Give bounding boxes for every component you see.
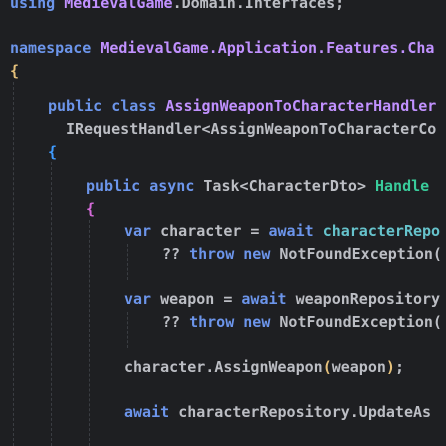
open-brace: {	[48, 143, 58, 161]
code-line-class-declaration: public class AssignWeaponToCharacterHand…	[48, 95, 436, 118]
namespace-name: MedievalGame	[64, 0, 173, 12]
code-line-brace: {	[48, 141, 57, 164]
field-reference: weaponRepository	[295, 290, 441, 308]
code-line-namespace: namespace MedievalGame.Application.Featu…	[10, 37, 434, 60]
generic-open: <	[201, 120, 211, 138]
code-line-throw: ?? throw new NotFoundException(	[162, 311, 442, 334]
type-dto: CharacterDto	[248, 177, 357, 195]
keyword-new: new	[243, 245, 271, 263]
code-line-var-character: var character = await characterRepo	[124, 220, 440, 243]
variable-character: character	[160, 222, 242, 240]
exception-type: NotFoundException(	[279, 313, 442, 331]
keyword-await: await	[241, 290, 287, 308]
keyword-new: new	[243, 313, 271, 331]
keyword-namespace: namespace	[10, 39, 92, 57]
keyword-async: async	[149, 177, 195, 195]
assign-operator: =	[214, 290, 242, 308]
null-coalescing-operator: ??	[162, 313, 181, 331]
method-name: Handle	[375, 177, 430, 195]
code-line-brace: {	[10, 60, 19, 83]
keyword-var: var	[124, 290, 152, 308]
generic-open: <	[239, 177, 249, 195]
variable-weapon: weapon	[160, 290, 215, 308]
indent-guide	[13, 82, 14, 446]
namespace-path: .Domain.Interfaces;	[172, 0, 345, 12]
keyword-await: await	[268, 222, 314, 240]
assign-operator: =	[241, 222, 269, 240]
code-line-throw: ?? throw new NotFoundException(	[162, 243, 442, 266]
interface-name: IRequestHandler	[66, 120, 202, 138]
type-task: Task	[203, 177, 240, 195]
repository-call: characterRepository.UpdateAs	[178, 403, 432, 421]
close-paren: )	[385, 358, 395, 376]
keyword-public: public	[48, 97, 103, 115]
keyword-throw: throw	[189, 313, 235, 331]
code-line-var-weapon: var weapon = await weaponRepository	[124, 288, 440, 311]
code-line-method-declaration: public async Task<CharacterDto> Handle	[86, 175, 429, 198]
argument-weapon: weapon	[331, 358, 386, 376]
open-brace: {	[10, 62, 20, 80]
method-call: AssignWeapon	[214, 358, 323, 376]
keyword-public: public	[86, 177, 141, 195]
generic-close: >	[356, 177, 366, 195]
code-line-update: await characterRepository.UpdateAs	[124, 401, 431, 424]
keyword-throw: throw	[189, 245, 235, 263]
code-line-brace: {	[86, 198, 95, 221]
indent-guide	[51, 162, 52, 446]
open-paren: (	[322, 358, 332, 376]
field-reference: characterRepo	[322, 222, 441, 240]
code-editor[interactable]: using MedievalGame.Domain.Interfaces; na…	[0, 0, 446, 446]
namespace-name: MedievalGame.Application.Features.Cha	[100, 39, 435, 57]
indent-guide	[89, 220, 90, 446]
generic-argument: AssignWeaponToCharacterCo	[210, 120, 437, 138]
semicolon: ;	[394, 358, 404, 376]
open-brace: {	[86, 200, 96, 218]
code-line-using: using MedievalGame.Domain.Interfaces;	[10, 0, 344, 15]
keyword-var: var	[124, 222, 152, 240]
keyword-using: using	[10, 0, 56, 12]
code-line-assign-weapon: character.AssignWeapon(weapon);	[124, 356, 404, 379]
keyword-class: class	[111, 97, 157, 115]
indent-guide	[127, 312, 128, 348]
object-reference: character.	[124, 358, 215, 376]
class-name: AssignWeaponToCharacterHandler	[165, 97, 437, 115]
null-coalescing-operator: ??	[162, 245, 181, 263]
keyword-await: await	[124, 403, 170, 421]
indent-guide	[127, 244, 128, 280]
exception-type: NotFoundException(	[279, 245, 442, 263]
code-line-interface: IRequestHandler<AssignWeaponToCharacterC…	[66, 118, 436, 141]
